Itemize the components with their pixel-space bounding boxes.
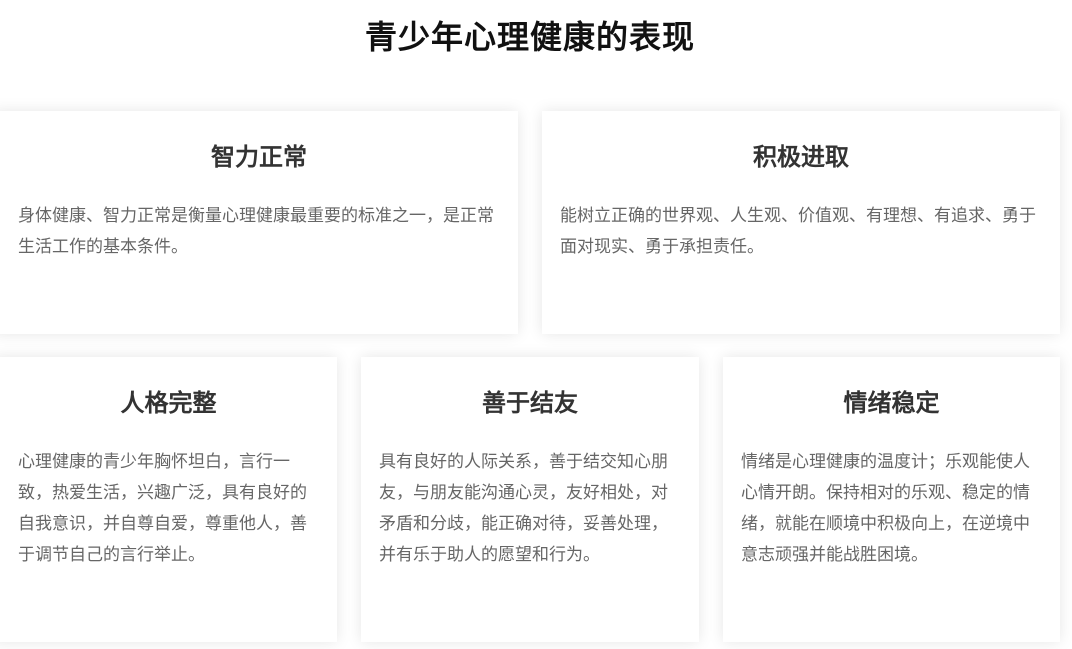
card-friendship: 善于结友 具有良好的人际关系，善于结交知心朋友，与朋友能沟通心灵，友好相处，对矛… (361, 357, 699, 642)
card-title: 善于结友 (482, 389, 578, 417)
page: 青少年心理健康的表现 智力正常 身体健康、智力正常是衡量心理健康最重要的标准之一… (0, 0, 1072, 649)
card-text: 心理健康的青少年胸怀坦白，言行一致，热爱生活，兴趣广泛，具有良好的自我意识，并自… (18, 452, 307, 565)
card-proactive: 积极进取 能树立正确的世界观、人生观、价值观、有理想、有追求、勇于面对现实、勇于… (542, 111, 1060, 334)
card-intelligence: 智力正常 身体健康、智力正常是衡量心理健康最重要的标准之一，是正常生活工作的基本… (0, 111, 518, 334)
card-text: 情绪是心理健康的温度计；乐观能使人心情开朗。保持相对的乐观、稳定的情绪，就能在顺… (741, 452, 1030, 565)
card-text: 能树立正确的世界观、人生观、价值观、有理想、有追求、勇于面对现实、勇于承担责任。 (560, 206, 1036, 257)
page-title: 青少年心理健康的表现 (364, 18, 695, 56)
card-title: 情绪稳定 (843, 389, 940, 417)
card-text: 身体健康、智力正常是衡量心理健康最重要的标准之一，是正常生活工作的基本条件。 (18, 206, 494, 257)
card-title: 智力正常 (211, 143, 307, 171)
card-personality: 人格完整 心理健康的青少年胸怀坦白，言行一致，热爱生活，兴趣广泛，具有良好的自我… (0, 357, 337, 642)
card-title: 积极进取 (753, 143, 849, 171)
card-text: 具有良好的人际关系，善于结交知心朋友，与朋友能沟通心灵，友好相处，对矛盾和分歧，… (379, 452, 668, 565)
card-emotion: 情绪稳定 情绪是心理健康的温度计；乐观能使人心情开朗。保持相对的乐观、稳定的情绪… (723, 357, 1060, 642)
card-title: 人格完整 (120, 389, 217, 417)
